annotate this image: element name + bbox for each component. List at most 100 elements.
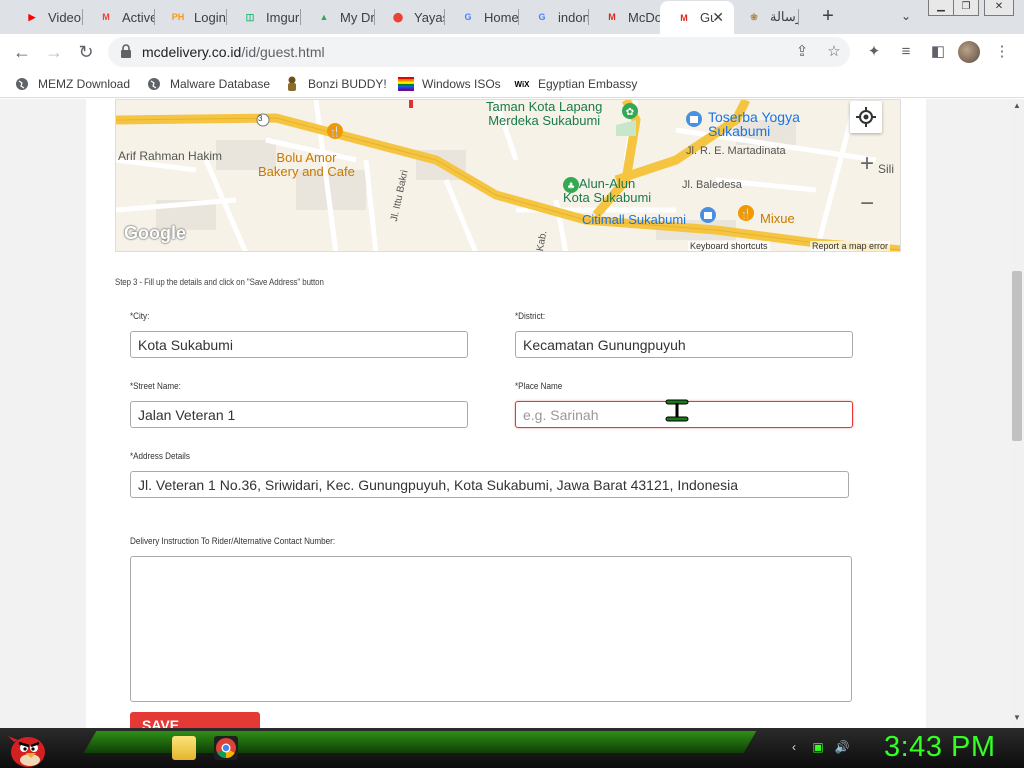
delivery-instruction-textarea[interactable]: [130, 556, 852, 702]
crosshair-icon: [856, 107, 876, 127]
tab-label: indonesia: [558, 9, 588, 25]
street-name-field[interactable]: Jalan Veteran 1: [130, 401, 468, 428]
side-panel-icon[interactable]: ◧: [928, 42, 948, 62]
tray-expand-icon[interactable]: ‹: [786, 739, 802, 755]
tab-label: Login: [194, 9, 226, 25]
media-queue-icon[interactable]: ≡: [896, 42, 916, 62]
file-explorer-icon[interactable]: [172, 736, 196, 760]
url-text: mcdelivery.co.id/id/guest.html: [142, 44, 325, 60]
close-window-button[interactable]: ✕: [984, 0, 1014, 16]
report-map-error-text: Report a map error: [812, 241, 889, 251]
rainbow-flag-icon: [398, 76, 414, 92]
map-label-taman: Taman Kota Lapang Merdeka Sukabumi: [486, 100, 602, 128]
city-field[interactable]: Kota Sukabumi: [130, 331, 468, 358]
map-label-text: Taman Kota Lapang Merdeka Sukabumi: [486, 99, 603, 128]
zoom-in-button[interactable]: +: [853, 150, 881, 178]
map-label-text: Bolu Amor Bakery and Cafe: [258, 150, 355, 179]
bookmark-windows-isos[interactable]: Windows ISOs: [398, 76, 501, 92]
shopping-pin-icon: [684, 110, 704, 133]
ph-icon: PH: [171, 12, 185, 22]
bookmark-memz[interactable]: MEMZ Download: [14, 76, 130, 92]
mcdonalds-icon: M: [608, 12, 616, 22]
scroll-up-arrow-icon[interactable]: ▲: [1010, 101, 1024, 113]
taskbar-clock[interactable]: 3:43 PM: [884, 731, 996, 764]
map-label-toserba: Toserba Yogya Sukabumi: [708, 110, 800, 138]
tab-1[interactable]: ▶ Video: [8, 3, 82, 31]
profile-avatar[interactable]: [958, 41, 980, 63]
tab-9[interactable]: M McDonald's: [588, 3, 660, 31]
route-number: 3: [258, 114, 263, 123]
map-label-martadinata: Jl. R. E. Martadinata: [686, 144, 786, 158]
keyboard-shortcuts-link[interactable]: Keyboard shortcuts: [688, 241, 770, 251]
angry-bird-start-icon[interactable]: [4, 728, 48, 768]
my-location-button[interactable]: [850, 101, 882, 133]
network-icon[interactable]: ▣: [810, 739, 826, 755]
bookmark-egyptian-embassy[interactable]: WiX Egyptian Embassy: [514, 76, 637, 92]
globe-icon: [14, 76, 30, 92]
drive-icon: ▲: [319, 12, 329, 22]
district-field[interactable]: Kecamatan Gunungpuyuh: [515, 331, 853, 358]
tab-label: Yayasan: [414, 9, 444, 25]
close-tab-icon[interactable]: ✕: [712, 9, 724, 26]
address-details-value: Jl. Veteran 1 No.36, Sriwidari, Kec. Gun…: [138, 477, 739, 493]
bookmark-malware-database[interactable]: Malware Database: [146, 76, 270, 92]
back-arrow-icon[interactable]: ←: [10, 40, 34, 64]
svg-text:♣: ♣: [567, 182, 575, 192]
tab-6[interactable]: ⬤ Yayasan: [374, 3, 444, 31]
mcdonalds-icon: M: [680, 12, 688, 23]
tab-label: Video: [48, 9, 82, 25]
zoom-out-button[interactable]: −: [853, 191, 881, 219]
extensions-puzzle-icon[interactable]: ✦: [864, 42, 884, 62]
shopping-pin-icon: [698, 206, 718, 229]
tab-search-chevron-icon[interactable]: ⌄: [896, 6, 916, 26]
tab-label: Active: [122, 9, 154, 25]
tab-10[interactable]: MGuest✕: [660, 1, 734, 34]
route-marker: 3: [258, 112, 262, 126]
forward-arrow-icon[interactable]: →: [42, 40, 66, 64]
food-pin-icon: 🍴: [326, 122, 344, 145]
new-tab-button[interactable]: +: [816, 4, 840, 28]
report-map-error-link[interactable]: Report a map error: [810, 241, 891, 251]
maps-icon: ⬤: [392, 11, 404, 22]
google-map[interactable]: Taman Kota Lapang Merdeka Sukabumi ✿ Tos…: [115, 99, 901, 252]
reload-icon[interactable]: ↻: [74, 40, 98, 64]
address-details-label: *Address Details: [130, 451, 190, 461]
bookmark-bonzi-buddy[interactable]: Bonzi BUDDY!: [284, 76, 387, 92]
tab-label: Home: [484, 9, 518, 25]
tab-11[interactable]: ❀ رسالة: [730, 3, 798, 31]
address-bar[interactable]: mcdelivery.co.id/id/guest.html ⇪ ☆: [108, 37, 850, 67]
tab-separator: [798, 9, 799, 25]
menu-kebab-icon[interactable]: ⋮: [992, 42, 1012, 62]
address-details-field[interactable]: Jl. Veteran 1 No.36, Sriwidari, Kec. Gun…: [130, 471, 849, 498]
page-scrollbar[interactable]: ▲ ▼: [1010, 99, 1024, 728]
tab-label: McDonald's: [628, 9, 660, 25]
minimize-button[interactable]: ▁: [928, 0, 954, 16]
map-label-baledesa: Jl. Baledesa: [682, 178, 742, 192]
restore-button[interactable]: ❐: [953, 0, 979, 16]
keyboard-shortcuts-text: Keyboard shortcuts: [690, 241, 768, 251]
svg-text:✿: ✿: [626, 107, 634, 118]
district-label: *District:: [515, 311, 546, 321]
google-icon: G: [464, 12, 472, 22]
chrome-icon: [216, 738, 236, 759]
tab-8[interactable]: Gindonesia: [518, 3, 588, 31]
map-label-text: Kab.: [534, 229, 550, 252]
share-icon[interactable]: ⇪: [792, 42, 812, 62]
tab-4[interactable]: ◫ Imgur: [226, 3, 300, 31]
tab-2[interactable]: M Active: [82, 3, 154, 31]
map-label-text: Toserba Yogya Sukabumi: [708, 109, 800, 139]
tab-3[interactable]: PH Login: [154, 3, 226, 31]
taskbar: ‹ ▣ 🔊 3:43 PM: [0, 728, 1024, 768]
chrome-taskbar-button[interactable]: [214, 736, 238, 760]
save-address-button[interactable]: SAVE ADDRESS: [130, 712, 260, 728]
scroll-down-arrow-icon[interactable]: ▼: [1010, 713, 1024, 725]
volume-icon[interactable]: 🔊: [834, 739, 850, 755]
bookmark-star-icon[interactable]: ☆: [824, 42, 844, 62]
bookmark-label: MEMZ Download: [38, 77, 131, 91]
tab-7[interactable]: G Home: [444, 3, 518, 31]
system-tray: ‹ ▣ 🔊: [786, 734, 850, 760]
tab-5[interactable]: ▲ My Drive: [300, 3, 374, 31]
scroll-thumb[interactable]: [1012, 271, 1022, 441]
bookmark-label: Bonzi BUDDY!: [308, 77, 387, 91]
google-logo: Google: [124, 224, 186, 242]
